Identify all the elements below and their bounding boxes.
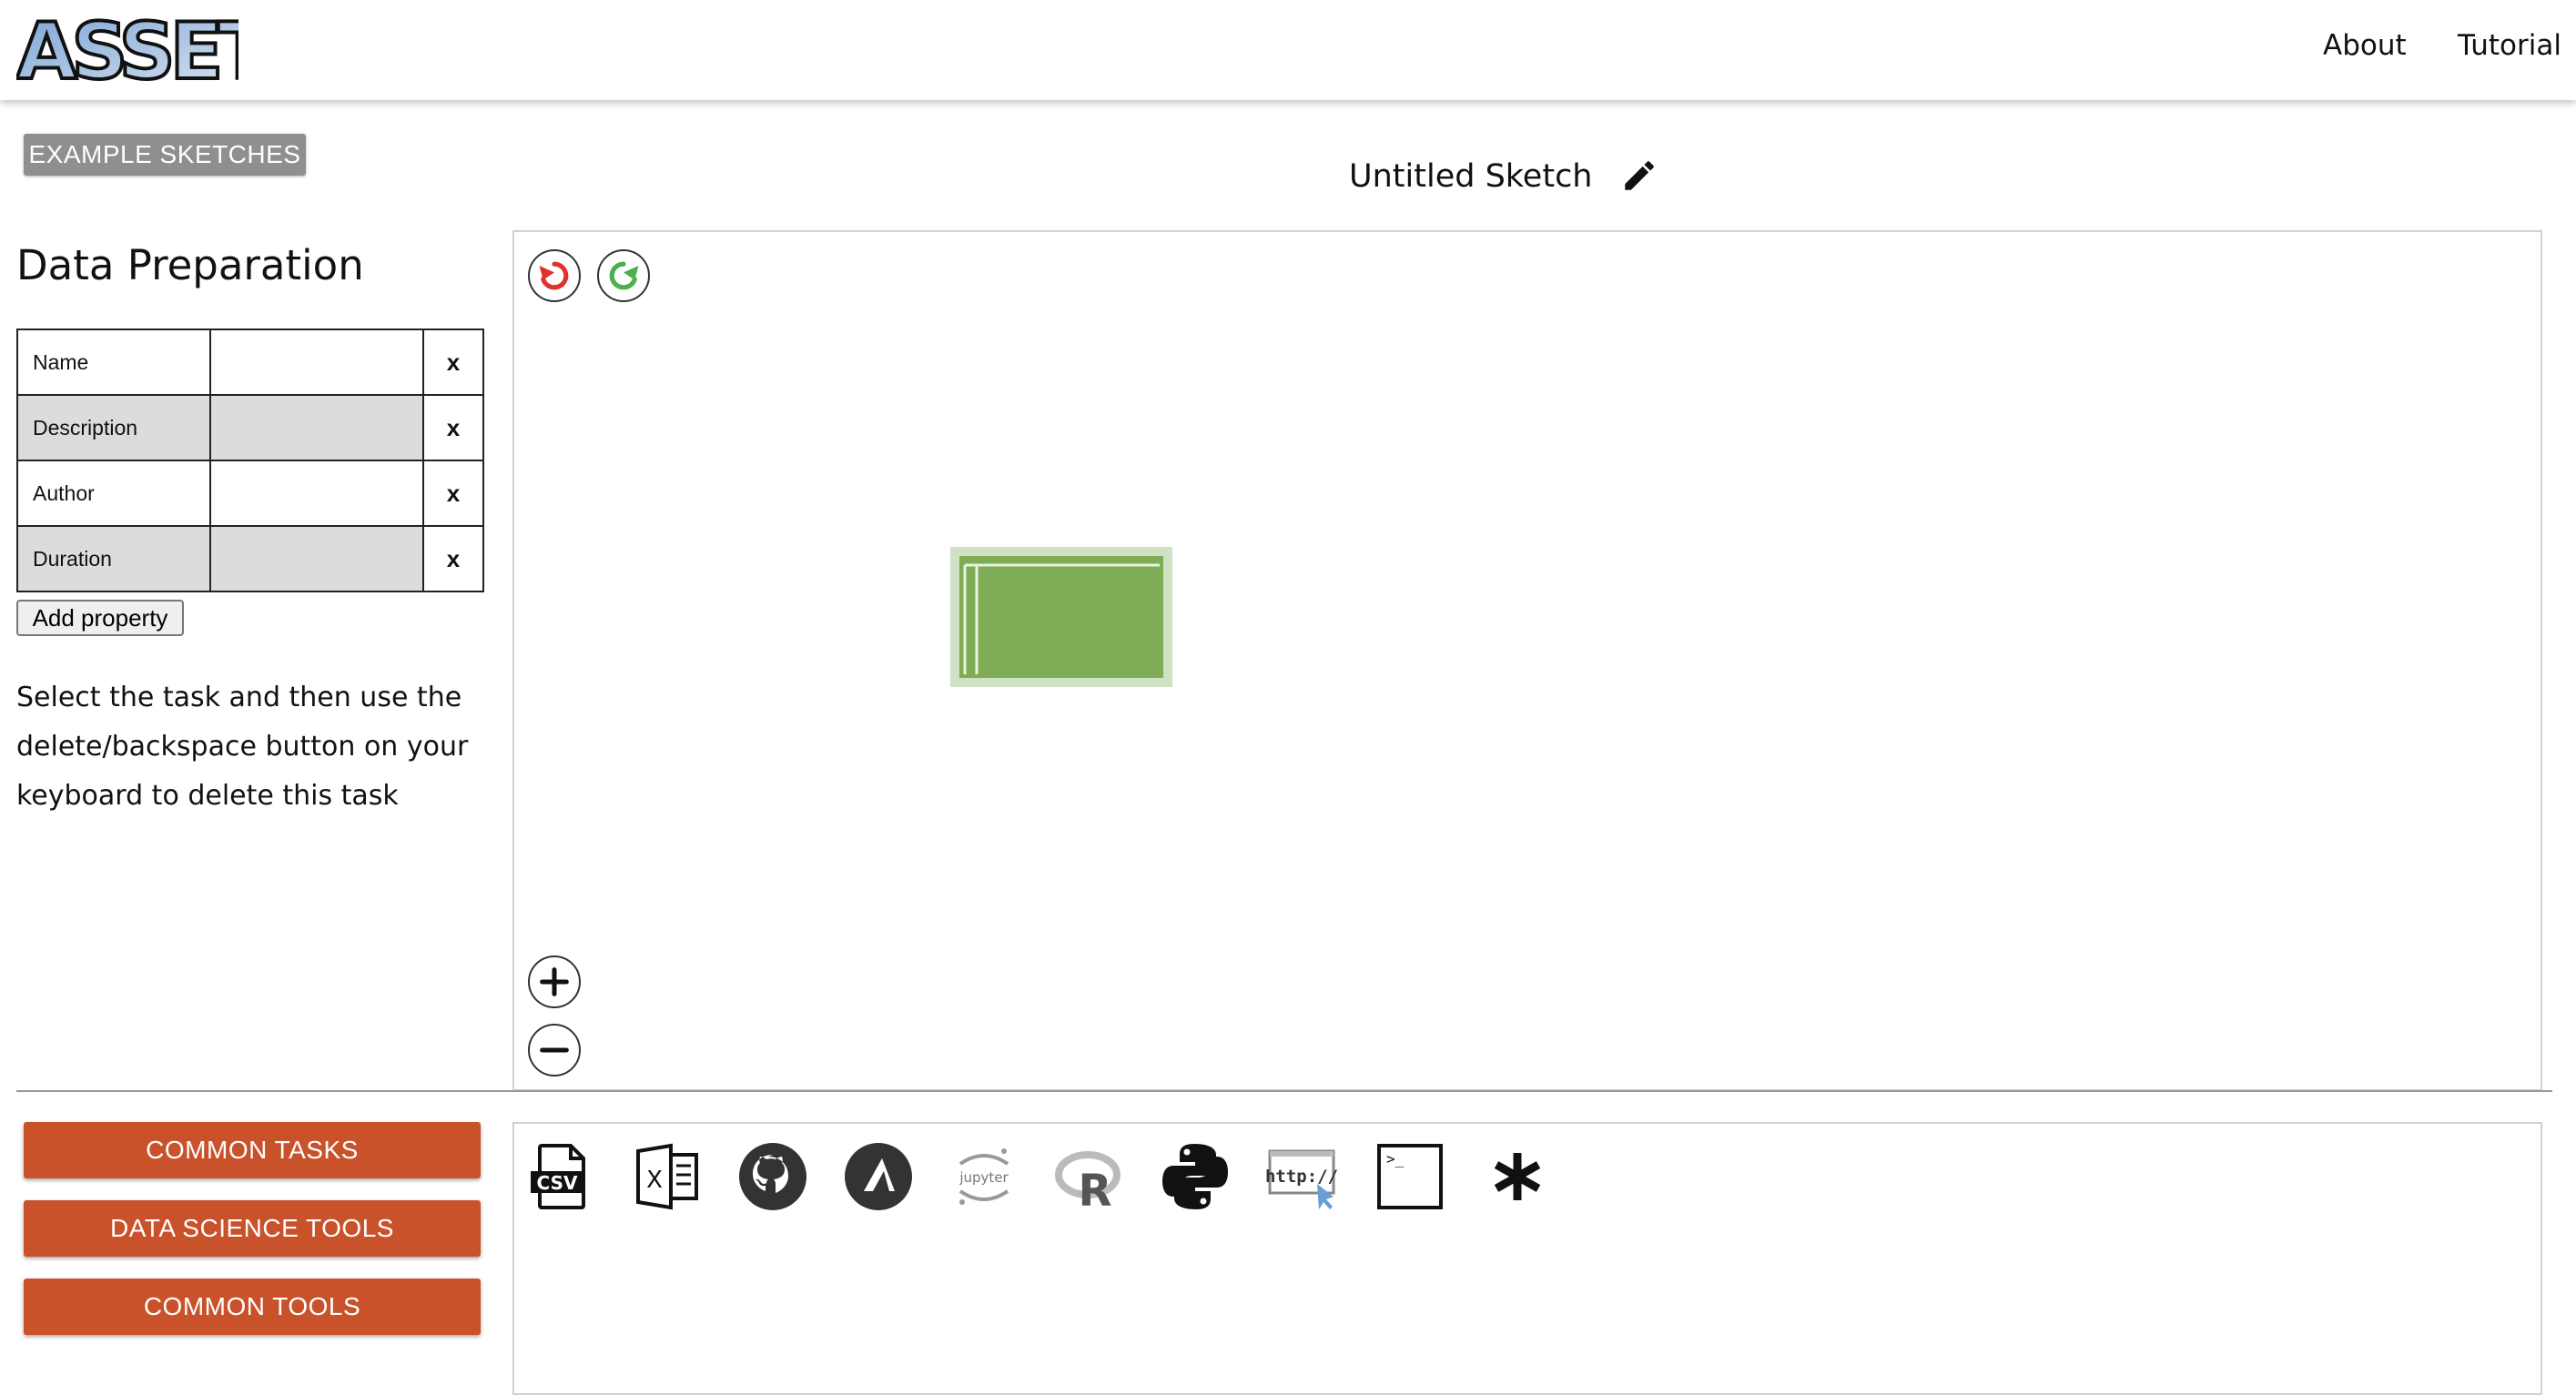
undo-button[interactable] (528, 249, 581, 302)
svg-text:>_: >_ (1386, 1150, 1405, 1168)
data-science-tools-button[interactable]: DATA SCIENCE TOOLS (24, 1200, 481, 1257)
svg-text:jupyter: jupyter (958, 1169, 1009, 1186)
redo-icon (609, 261, 639, 290)
web-url-icon[interactable]: http:// (1266, 1140, 1339, 1213)
redo-button[interactable] (597, 249, 650, 302)
property-value-input[interactable] (209, 394, 424, 461)
svg-text:http://: http:// (1266, 1167, 1338, 1187)
zoom-out-button[interactable] (528, 1024, 581, 1077)
zoom-in-icon (540, 967, 569, 996)
example-sketches-button[interactable]: EXAMPLE SKETCHES (24, 134, 306, 176)
delete-property-button[interactable]: x (422, 394, 484, 461)
delete-property-button[interactable]: x (422, 460, 484, 527)
nav-tutorial-link[interactable]: Tutorial (2458, 29, 2561, 62)
sketch-title: Untitled Sketch (1349, 158, 1593, 195)
tool-palette: CSV X jupyter R http:// >_ (512, 1122, 2542, 1395)
r-language-icon[interactable]: R (1053, 1140, 1126, 1213)
python-icon[interactable] (1159, 1140, 1232, 1213)
property-row: Description x (16, 394, 484, 461)
property-value-input[interactable] (209, 329, 424, 396)
svg-text:R: R (1079, 1166, 1112, 1213)
undo-icon (539, 261, 569, 290)
svg-text:X: X (646, 1167, 663, 1194)
excel-file-icon[interactable]: X (631, 1140, 704, 1213)
add-property-button[interactable]: Add property (16, 600, 184, 636)
nav-about-link[interactable]: About (2323, 29, 2407, 62)
common-tools-button[interactable]: COMMON TOOLS (24, 1279, 481, 1335)
task-properties-table: Name x Description x Author x Duration x (16, 329, 484, 592)
task-title: Data Preparation (16, 241, 364, 289)
property-key: Description (16, 394, 211, 461)
anaconda-icon[interactable] (842, 1140, 915, 1213)
asterisk-icon[interactable] (1481, 1140, 1554, 1213)
property-value-input[interactable] (209, 460, 424, 527)
delete-property-button[interactable]: x (422, 525, 484, 592)
zoom-in-button[interactable] (528, 955, 581, 1008)
common-tasks-button[interactable]: COMMON TASKS (24, 1122, 481, 1178)
svg-text:CSV: CSV (537, 1172, 578, 1194)
property-key: Duration (16, 525, 211, 592)
property-value-input[interactable] (209, 525, 424, 592)
jupyter-icon[interactable]: jupyter (948, 1140, 1020, 1213)
top-navigation-bar: ASSET About Tutorial (0, 0, 2576, 100)
delete-property-button[interactable]: x (422, 329, 484, 396)
section-divider (16, 1090, 2552, 1092)
delete-task-help-text: Select the task and then use the delete/… (16, 682, 469, 812)
property-row: Duration x (16, 525, 484, 592)
asset-logo[interactable]: ASSET (15, 5, 279, 99)
csv-file-icon[interactable]: CSV (525, 1140, 598, 1213)
task-node-body (959, 556, 1163, 678)
property-key: Name (16, 329, 211, 396)
property-key: Author (16, 460, 211, 527)
pencil-icon[interactable] (1620, 157, 1658, 195)
property-row: Name x (16, 329, 484, 396)
sketch-canvas[interactable] (512, 230, 2542, 1091)
zoom-out-icon (540, 1047, 569, 1053)
terminal-icon[interactable]: >_ (1374, 1140, 1446, 1213)
data-preparation-task-node[interactable] (950, 547, 1172, 687)
svg-text:ASSET: ASSET (16, 13, 238, 86)
github-icon[interactable] (736, 1140, 809, 1213)
property-row: Author x (16, 460, 484, 527)
